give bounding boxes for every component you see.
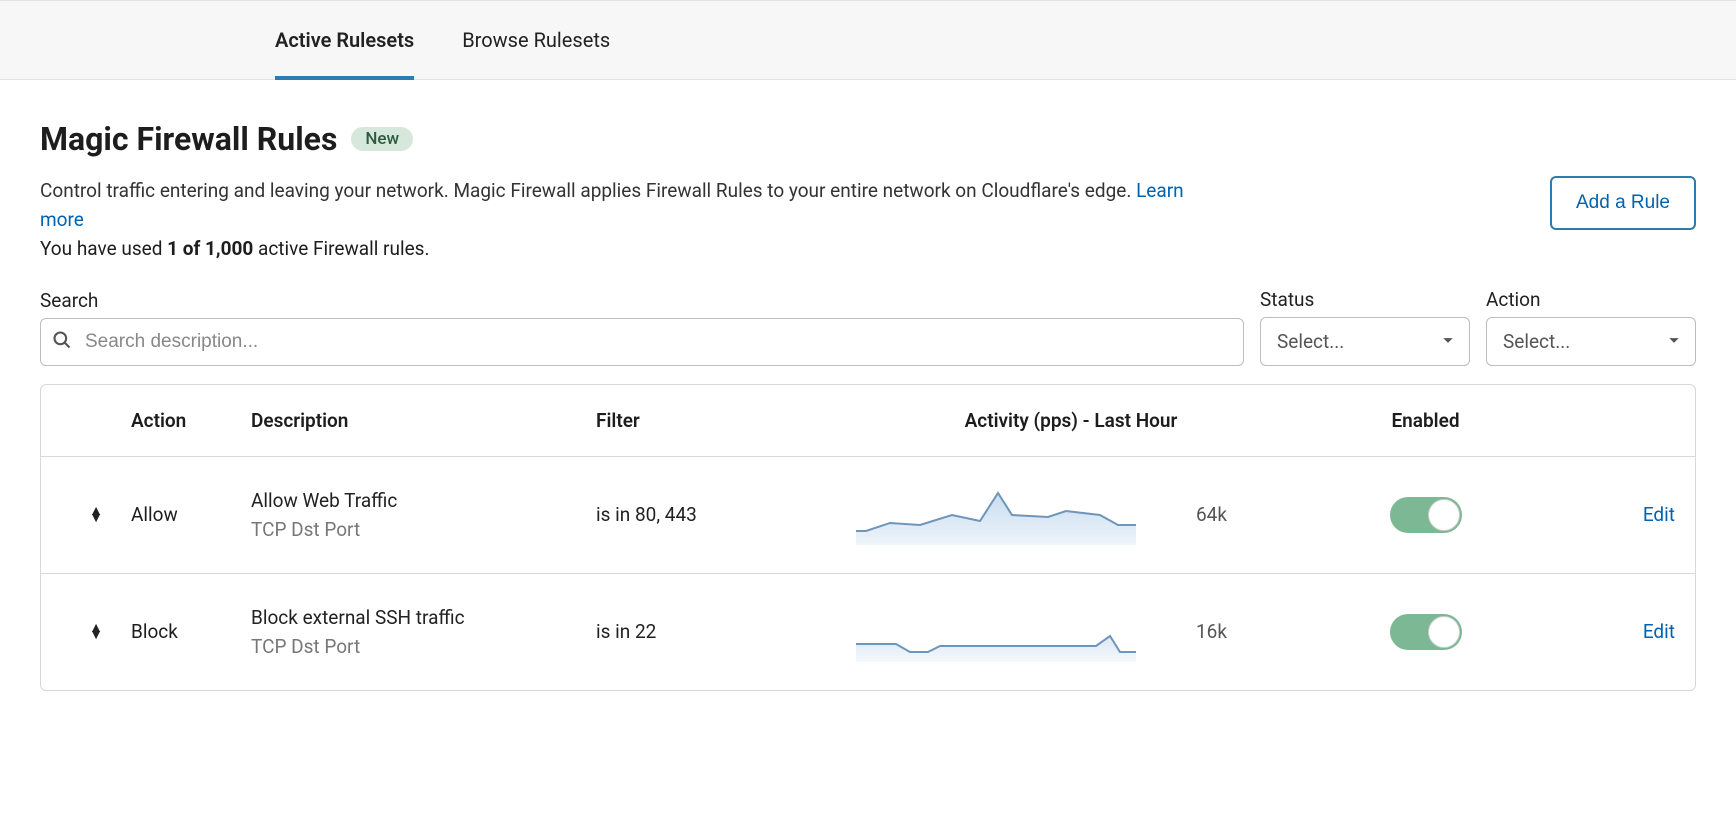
rule-subtitle: TCP Dst Port [251, 635, 596, 658]
description-text: Control traffic entering and leaving you… [40, 179, 1136, 202]
table-row: ▲▼ Block Block external SSH traffic TCP … [41, 574, 1695, 690]
col-enabled: Enabled [1286, 409, 1565, 432]
drag-handle-icon[interactable]: ▲▼ [61, 625, 131, 639]
activity-value: 64k [1196, 503, 1286, 526]
table-header: Action Description Filter Activity (pps)… [41, 385, 1695, 457]
rule-subtitle: TCP Dst Port [251, 518, 596, 541]
sparkline [856, 485, 1196, 545]
caret-down-icon [1667, 330, 1681, 353]
page-title: Magic Firewall Rules [40, 120, 337, 158]
tab-active-rulesets[interactable]: Active Rulesets [275, 2, 414, 80]
col-description: Description [251, 409, 596, 432]
drag-handle-icon[interactable]: ▲▼ [61, 508, 131, 522]
col-action: Action [131, 409, 251, 432]
cell-filter: is in 22 [596, 620, 856, 643]
cell-action: Block [131, 620, 251, 643]
cell-filter: is in 80, 443 [596, 503, 856, 526]
search-icon [52, 330, 72, 354]
rules-table: Action Description Filter Activity (pps)… [40, 384, 1696, 691]
tab-browse-rulesets[interactable]: Browse Rulesets [462, 2, 610, 80]
usage-text: You have used 1 of 1,000 active Firewall… [40, 237, 1200, 260]
rule-title: Allow Web Traffic [251, 489, 596, 512]
action-select[interactable]: Select... [1486, 317, 1696, 366]
cell-action: Allow [131, 503, 251, 526]
status-select[interactable]: Select... [1260, 317, 1470, 366]
col-filter: Filter [596, 409, 856, 432]
activity-value: 16k [1196, 620, 1286, 643]
edit-link[interactable]: Edit [1565, 503, 1675, 526]
enabled-toggle[interactable] [1390, 614, 1462, 650]
new-badge: New [351, 127, 413, 151]
status-label: Status [1260, 288, 1470, 311]
edit-link[interactable]: Edit [1565, 620, 1675, 643]
search-input[interactable] [40, 318, 1244, 366]
rule-title: Block external SSH traffic [251, 606, 596, 629]
search-label: Search [40, 289, 1244, 312]
enabled-toggle[interactable] [1390, 497, 1462, 533]
add-rule-button[interactable]: Add a Rule [1550, 176, 1696, 230]
col-activity: Activity (pps) - Last Hour [856, 409, 1286, 432]
page-description: Control traffic entering and leaving you… [40, 176, 1200, 235]
table-row: ▲▼ Allow Allow Web Traffic TCP Dst Port … [41, 457, 1695, 574]
action-filter-label: Action [1486, 288, 1696, 311]
tab-bar: Active Rulesets Browse Rulesets [0, 0, 1736, 80]
sparkline [856, 602, 1196, 662]
caret-down-icon [1441, 330, 1455, 353]
